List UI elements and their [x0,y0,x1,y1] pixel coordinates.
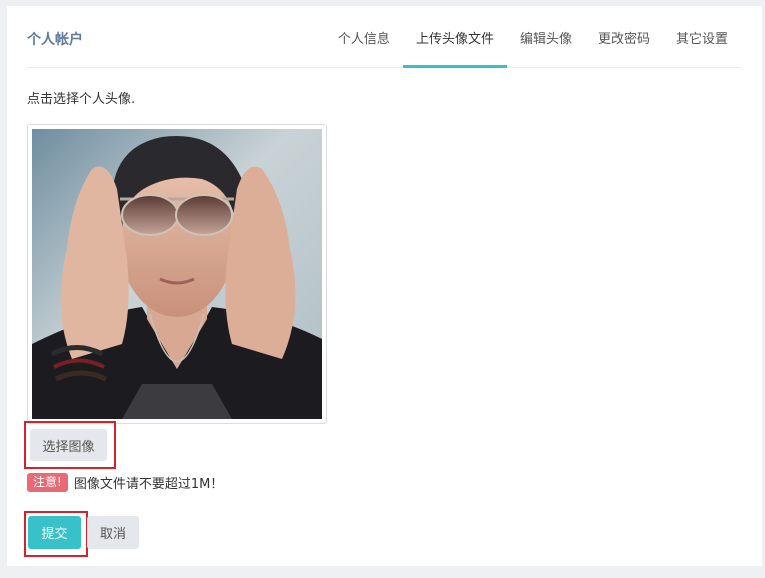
account-card: 个人帐户 个人信息 上传头像文件 编辑头像 更改密码 其它设置 点击选择个人头像… [7,6,762,566]
card-header: 个人帐户 个人信息 上传头像文件 编辑头像 更改密码 其它设置 [27,6,741,68]
tab-bar: 个人信息 上传头像文件 编辑头像 更改密码 其它设置 [325,6,741,68]
select-image-button[interactable]: 选择图像 [30,429,107,461]
tab-edit-avatar[interactable]: 编辑头像 [507,6,585,67]
tab-other-settings[interactable]: 其它设置 [663,6,741,67]
notice-badge: 注意! [27,473,68,492]
notice-text: 图像文件请不要超过1M！ [73,477,224,492]
avatar-hint: 点击选择个人头像. [27,92,136,107]
page-title: 个人帐户 [27,32,83,48]
notice-row: 注意! 图像文件请不要超过1M！ [27,473,223,492]
cancel-button[interactable]: 取消 [87,516,139,549]
avatar-image [32,129,322,419]
tab-personal-info[interactable]: 个人信息 [325,6,403,67]
tab-upload-avatar[interactable]: 上传头像文件 [402,6,507,68]
submit-button[interactable]: 提交 [28,516,81,549]
avatar-preview[interactable] [27,124,327,424]
tab-change-password[interactable]: 更改密码 [585,6,663,67]
